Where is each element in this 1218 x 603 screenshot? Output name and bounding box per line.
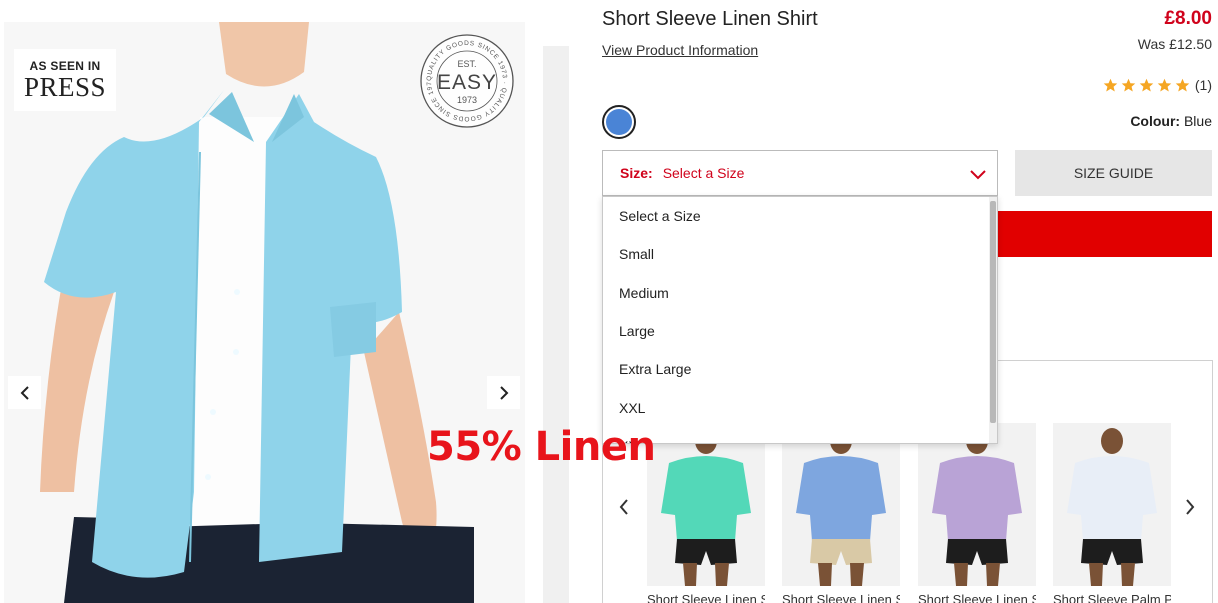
star-icon [1103,78,1118,91]
recommended-product-card[interactable] [1053,423,1171,586]
recommended-product-card[interactable] [782,423,900,586]
size-option[interactable]: Small [603,235,997,273]
chevron-down-icon [970,170,986,180]
product-price: £8.00 [1164,8,1212,29]
rating-count: (1) [1194,77,1212,93]
image-prev-button[interactable] [8,376,41,409]
recommended-product-image [796,428,886,586]
recommended-product-image [932,428,1022,586]
svg-text:EASY: EASY [437,71,497,94]
was-price: Was £12.50 [1137,36,1212,52]
colour-label: Colour: [1130,113,1181,129]
svg-text:1973: 1973 [457,95,477,105]
star-icon [1121,78,1136,91]
dropdown-scrollbar-thumb[interactable] [990,201,996,423]
press-badge: AS SEEN IN PRESS [14,49,116,111]
main-product-image: AS SEEN IN PRESS QUALITY GOODS SINCE 197… [4,22,525,603]
press-badge-bottom: PRESS [23,72,107,102]
star-icon [1157,78,1172,91]
size-option[interactable]: Large [603,312,997,350]
carousel-next-button[interactable] [1180,495,1200,519]
chevron-left-icon [20,385,29,400]
swatch-fill [606,109,632,135]
star-icon [1175,78,1190,91]
size-option[interactable]: Extra Large [603,350,997,388]
size-option[interactable]: XXXL [603,427,997,443]
colour-swatch-blue[interactable] [602,105,636,139]
carousel-prev-button[interactable] [614,495,634,519]
image-next-button[interactable] [487,376,520,409]
recommended-product-image [661,428,751,586]
colour-value: Blue [1183,113,1212,129]
size-option[interactable]: Select a Size [603,197,997,235]
recommended-product-image [1067,428,1157,586]
chevron-left-icon [619,499,628,515]
image-thumbnail-strip[interactable] [543,46,569,603]
svg-text:EST.: EST. [457,59,476,69]
dropdown-scrollbar[interactable] [989,197,997,443]
press-badge-top: AS SEEN IN [29,59,101,73]
star-icon [1139,78,1154,91]
recommended-product-name[interactable]: Short Sleeve Linen Shirt [918,592,1036,603]
colour-info: Colour: Blue [1130,113,1212,129]
chevron-right-icon [1186,499,1195,515]
easy-logo-stamp: QUALITY GOODS SINCE 1973 · QUALITY GOODS… [418,32,514,128]
recommended-product-name[interactable]: Short Sleeve Palm Print Shirt [1053,592,1171,603]
size-option[interactable]: Medium [603,273,997,311]
recommended-product-name[interactable]: Short Sleeve Linen Shirt [782,592,900,603]
view-product-info-link[interactable]: View Product Information [602,42,758,58]
size-options-list[interactable]: Select a Size Small Medium Large Extra Large… [602,196,998,444]
recommended-product-name[interactable]: Short Sleeve Linen Shirt [647,592,765,603]
chevron-right-icon [499,385,508,400]
size-select[interactable]: Size: Select a Size [602,150,998,196]
overlay-annotation: 55% Linen [427,424,656,470]
recommended-product-card[interactable] [918,423,1036,586]
size-select-value: Select a Size [662,165,745,181]
rating-stars[interactable]: (1) [1103,77,1212,93]
product-title: Short Sleeve Linen Shirt [602,8,818,30]
recommended-product-card[interactable] [647,423,765,586]
size-guide-button[interactable]: SIZE GUIDE [1015,150,1212,196]
size-select-label: Size: [620,165,653,181]
size-option[interactable]: XXL [603,389,997,427]
